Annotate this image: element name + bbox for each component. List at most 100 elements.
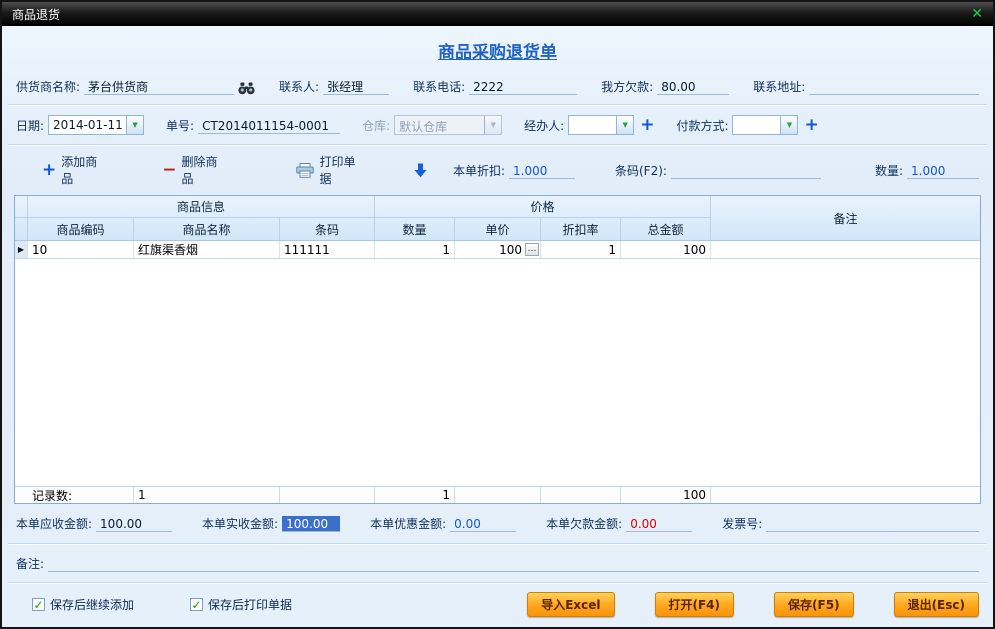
payment-label: 付款方式: xyxy=(676,118,729,133)
barcode-input[interactable] xyxy=(670,163,821,179)
cell-name[interactable]: 红旗渠香烟 xyxy=(134,241,280,258)
phone-label: 联系电话: xyxy=(413,80,466,94)
record-count-value: 1 xyxy=(134,487,280,503)
warehouse-combobox: 默认仓库 ▼ xyxy=(394,115,503,135)
quantity-label: 数量: xyxy=(874,163,903,178)
footer-empty-cell xyxy=(541,487,621,503)
chevron-down-icon[interactable]: ▼ xyxy=(780,116,798,134)
barcode-label: 条码(F2): xyxy=(615,163,667,178)
print-label: 打印单据 xyxy=(319,155,356,186)
operator-label: 经办人: xyxy=(524,118,565,133)
main-content: 商品采购退货单 供货商名称: 茅台供货商 联系人: 张经理 联系电话: 2222… xyxy=(2,26,993,627)
save-button[interactable]: 保存(F5) xyxy=(774,592,854,617)
date-label: 日期: xyxy=(16,118,45,133)
down-arrow-icon[interactable] xyxy=(414,163,427,178)
cell-note[interactable] xyxy=(711,241,980,258)
record-count-label: 记录数: xyxy=(28,487,134,503)
supplier-label: 供货商名称: xyxy=(16,80,81,94)
plus-icon: + xyxy=(42,159,57,180)
cell-qty[interactable]: 1 xyxy=(375,241,455,258)
order-number-label: 单号: xyxy=(166,118,195,133)
check-icon: ✓ xyxy=(190,597,204,612)
note-row: 备注: xyxy=(2,545,993,582)
binoculars-icon[interactable] xyxy=(238,82,255,95)
column-header-rate: 折扣率 xyxy=(541,218,621,240)
our-debt-label: 我方欠款: xyxy=(601,80,654,94)
quantity-input[interactable]: 1.000 xyxy=(907,163,979,179)
footer-selector-cell xyxy=(15,487,28,503)
chevron-down-icon: ▼ xyxy=(484,116,502,134)
note-input[interactable] xyxy=(48,556,979,572)
phone-input[interactable]: 2222 xyxy=(469,79,578,95)
add-item-button[interactable]: + 添加商品 xyxy=(42,153,100,187)
add-item-label: 添加商品 xyxy=(61,155,98,186)
invoice-input[interactable] xyxy=(766,516,979,532)
group-header-info: 商品信息 xyxy=(28,196,375,217)
received-input[interactable]: 100.00 xyxy=(282,516,341,532)
chevron-down-icon[interactable]: ▼ xyxy=(616,116,634,134)
warehouse-value: 默认仓库 xyxy=(399,120,448,134)
app-window: 商品退货 ✕ 商品采购退货单 供货商名称: 茅台供货商 联系人: 张经理 联系电… xyxy=(0,0,995,629)
cell-rate[interactable]: 1 xyxy=(541,241,621,258)
close-icon[interactable]: ✕ xyxy=(971,7,983,21)
exit-button[interactable]: 退出(Esc) xyxy=(893,592,979,617)
row-marker-icon[interactable]: ▶ xyxy=(15,241,28,258)
chevron-down-icon[interactable]: ▼ xyxy=(126,116,144,134)
order-row: 日期: 2014-01-11 ▼ 单号: CT2014011154-0001 仓… xyxy=(2,106,993,144)
print-button[interactable]: 打印单据 xyxy=(296,153,357,187)
cell-barcode[interactable]: 111111 xyxy=(280,241,375,258)
discount-label: 本单折扣: xyxy=(452,163,505,178)
qty-total-value: 1 xyxy=(375,487,455,503)
column-header-total: 总金额 xyxy=(621,218,711,240)
delete-item-button[interactable]: − 删除商品 xyxy=(162,153,220,187)
delete-item-label: 删除商品 xyxy=(181,155,218,186)
open-button[interactable]: 打开(F4) xyxy=(654,592,735,617)
our-debt-value: 80.00 xyxy=(657,79,730,95)
cell-total[interactable]: 100 xyxy=(621,241,711,258)
checkbox-save-print[interactable]: ✓ 保存后打印单据 xyxy=(190,596,292,613)
bottom-bar: ✓ 保存后继续添加 ✓ 保存后打印单据 导入Excel 打开(F4) 保存(F5… xyxy=(2,584,993,627)
check-icon: ✓ xyxy=(32,597,45,612)
ellipsis-button[interactable]: … xyxy=(525,243,539,256)
group-header-note: 备注 xyxy=(833,211,858,226)
checkbox-save-continue-label: 保存后继续添加 xyxy=(50,598,135,612)
invoice-label: 发票号: xyxy=(722,517,763,531)
add-operator-button[interactable]: + xyxy=(640,116,654,134)
operator-value xyxy=(569,116,616,134)
payment-combobox[interactable]: ▼ xyxy=(732,115,799,135)
operator-combobox[interactable]: ▼ xyxy=(568,115,635,135)
cell-code[interactable]: 10 xyxy=(28,241,134,258)
column-header-barcode: 条码 xyxy=(280,218,375,240)
address-input[interactable] xyxy=(809,79,979,95)
received-label: 本单实收金额: xyxy=(202,517,279,531)
summary-row: 本单应收金额: 100.00 本单实收金额: 100.00 本单优惠金额: 0.… xyxy=(2,504,993,543)
table-footer: 记录数: 1 1 100 xyxy=(15,486,980,503)
contact-input[interactable]: 张经理 xyxy=(323,79,390,95)
date-value: 2014-01-11 xyxy=(53,118,123,132)
table-empty-area xyxy=(15,259,980,486)
item-toolbar: + 添加商品 − 删除商品 打印单据 本单折扣: 1.000 条码(F2): 数… xyxy=(2,146,993,193)
checkbox-save-continue[interactable]: ✓ 保存后继续添加 xyxy=(32,596,134,613)
receivable-value: 100.00 xyxy=(96,516,173,532)
discount-input[interactable]: 1.000 xyxy=(509,163,575,179)
items-table: 商品信息 价格 商品编码 商品名称 条码 数量 单价 折扣率 总金额 备注 ▶ … xyxy=(14,195,981,504)
checkbox-save-print-label: 保存后打印单据 xyxy=(208,598,293,612)
note-label: 备注: xyxy=(16,557,45,571)
price-value: 100 xyxy=(499,242,522,257)
column-header-qty: 数量 xyxy=(375,218,455,240)
amount-total-value: 100 xyxy=(621,487,711,503)
footer-empty-cell xyxy=(455,487,541,503)
payment-value xyxy=(733,116,780,134)
import-excel-button[interactable]: 导入Excel xyxy=(527,592,615,617)
discount-amount-value[interactable]: 0.00 xyxy=(450,516,517,532)
selector-header-cell xyxy=(15,196,28,217)
table-row[interactable]: ▶ 10 红旗渠香烟 111111 1 100 … 1 100 xyxy=(15,241,980,259)
date-combobox[interactable]: 2014-01-11 ▼ xyxy=(48,115,145,135)
order-number-input[interactable]: CT2014011154-0001 xyxy=(198,118,341,134)
cell-price[interactable]: 100 … xyxy=(455,241,541,258)
column-header-code: 商品编码 xyxy=(28,218,134,240)
discount-amount-label: 本单优惠金额: xyxy=(370,517,447,531)
receivable-label: 本单应收金额: xyxy=(16,517,93,531)
add-payment-button[interactable]: + xyxy=(804,116,818,134)
supplier-input[interactable]: 茅台供货商 xyxy=(84,79,235,95)
